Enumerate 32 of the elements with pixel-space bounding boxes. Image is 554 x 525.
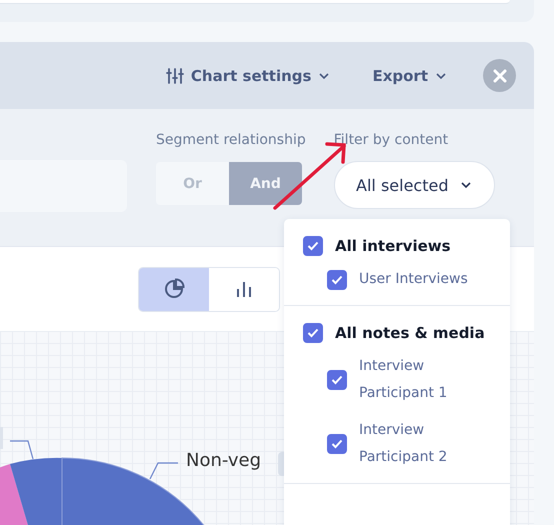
checkbox[interactable] (327, 370, 347, 390)
chevron-down-icon (460, 181, 472, 189)
chart-settings-button[interactable]: Chart settings (166, 66, 330, 84)
close-icon (492, 68, 506, 82)
checkmark-icon (331, 375, 343, 385)
checkbox-option[interactable]: User Interviews (303, 266, 510, 293)
checkbox-option[interactable]: Interview Participant 1 (303, 353, 510, 407)
export-button[interactable]: Export (372, 66, 447, 84)
checkbox[interactable] (303, 323, 323, 343)
chevron-down-icon (318, 72, 330, 80)
checkmark-icon (307, 241, 319, 251)
label-tag (278, 452, 284, 476)
chevron-down-icon (435, 72, 447, 80)
checkbox[interactable] (303, 236, 323, 256)
pie-chart-icon (163, 278, 185, 300)
sliders-icon (166, 68, 184, 84)
field-label: Segment relationship (156, 132, 306, 148)
slice-label: Non-veg (186, 450, 262, 471)
checkbox[interactable] (327, 270, 347, 290)
checkbox-option[interactable]: All interviews (303, 236, 510, 256)
leader-line (149, 462, 178, 480)
checkbox-option[interactable]: Interview Participant 2 (303, 417, 510, 471)
field-label: Filter by content (334, 132, 450, 148)
checkmark-icon (331, 274, 343, 284)
checkbox-option[interactable]: All notes & media (303, 323, 510, 343)
pie-chart-toggle[interactable] (139, 268, 209, 310)
bar-chart-icon (235, 280, 253, 298)
content-select[interactable]: All selected (334, 161, 495, 209)
checkmark-icon (307, 328, 319, 338)
checkbox[interactable] (327, 434, 347, 454)
leader-line (10, 440, 34, 460)
checkmark-icon (331, 439, 343, 449)
